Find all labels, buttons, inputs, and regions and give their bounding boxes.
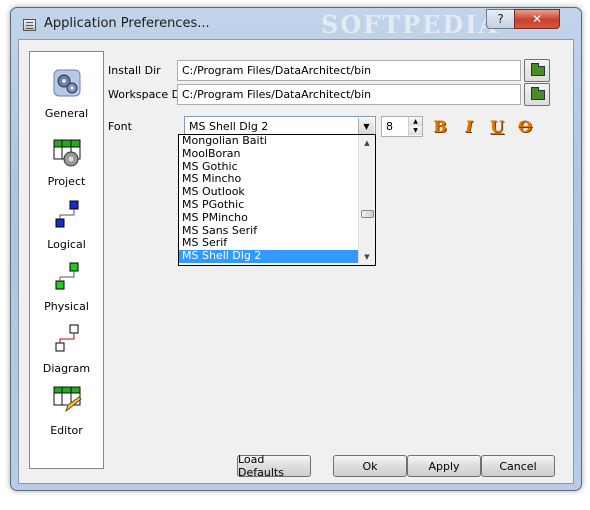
list-item-selected[interactable]: MS Shell Dlg 2: [179, 249, 375, 263]
spin-down-icon[interactable]: ▼: [409, 126, 422, 135]
app-icon: [23, 19, 36, 31]
font-combobox-value: MS Shell Dlg 2: [189, 120, 269, 133]
font-options: Mongolian Baiti MoolBoran MS Gothic MS M…: [179, 135, 375, 263]
logical-model-icon: [55, 200, 79, 228]
gears-icon: [53, 69, 81, 97]
folder-icon: [531, 87, 545, 100]
sidebar-item-label: Project: [47, 175, 86, 188]
scroll-down-icon[interactable]: ▼: [359, 249, 375, 265]
list-item[interactable]: MS PMincho: [179, 211, 375, 225]
window-title: Application Preferences...: [44, 16, 210, 31]
sidebar-item-project[interactable]: Project: [30, 134, 103, 192]
sidebar-item-diagram[interactable]: Diagram: [30, 320, 103, 378]
spin-up-icon[interactable]: ▲: [409, 117, 422, 126]
editor-pencil-icon: [53, 386, 82, 413]
chevron-down-icon[interactable]: ▼: [358, 118, 374, 135]
load-defaults-button[interactable]: Load Defaults: [237, 453, 311, 479]
help-button[interactable]: ?: [486, 9, 514, 29]
list-item[interactable]: MS PGothic: [179, 198, 375, 212]
sidebar-item-label: Physical: [44, 300, 89, 313]
install-dir-label: Install Dir: [108, 64, 161, 77]
folder-icon: [531, 63, 545, 76]
font-size-value: 8: [386, 120, 393, 133]
close-button[interactable]: ✕: [514, 9, 560, 29]
category-sidebar: General Project Logical Physical Diagram…: [29, 51, 104, 469]
sidebar-item-label: Logical: [47, 238, 86, 251]
list-item[interactable]: Mongolian Baiti: [179, 135, 375, 148]
sidebar-item-label: General: [44, 107, 89, 120]
title-bar[interactable]: Application Preferences... SOFTPEDIA ? ✕: [11, 8, 581, 40]
font-size-spin-buttons[interactable]: ▲ ▼: [408, 117, 422, 136]
font-size-stepper[interactable]: 8 ▲ ▼: [381, 116, 423, 137]
list-item[interactable]: MoolBoran: [179, 147, 375, 161]
physical-model-icon: [55, 262, 79, 290]
install-dir-field[interactable]: C:/Program Files/DataArchitect/bin: [177, 60, 521, 81]
sidebar-item-physical[interactable]: Physical: [30, 258, 103, 316]
workspace-dir-label: Workspace Dir: [108, 88, 188, 101]
sidebar-item-general[interactable]: General: [30, 66, 103, 126]
project-table-icon: [53, 139, 81, 167]
font-dropdown-list[interactable]: Mongolian Baiti MoolBoran MS Gothic MS M…: [178, 134, 376, 266]
workspace-dir-field[interactable]: C:/Program Files/DataArchitect/bin: [177, 84, 521, 105]
workspace-dir-browse-button[interactable]: [524, 83, 550, 106]
dropdown-scrollbar[interactable]: ▲ ▼: [358, 135, 375, 265]
install-dir-browse-button[interactable]: [524, 59, 550, 82]
apply-button[interactable]: Apply: [407, 455, 481, 477]
sidebar-item-logical[interactable]: Logical: [30, 196, 103, 254]
watermark: SOFTPEDIA: [321, 10, 500, 39]
font-label: Font: [108, 120, 132, 133]
italic-button[interactable]: I: [459, 116, 479, 136]
bold-button[interactable]: B: [430, 116, 450, 136]
ok-button[interactable]: Ok: [333, 455, 407, 477]
sidebar-item-editor[interactable]: Editor: [30, 382, 103, 442]
cancel-button[interactable]: Cancel: [481, 455, 555, 477]
strikethrough-button[interactable]: O: [515, 116, 535, 136]
scroll-up-icon[interactable]: ▲: [359, 135, 375, 151]
scrollbar-thumb[interactable]: [361, 210, 374, 218]
sidebar-item-label: Diagram: [42, 362, 91, 375]
sidebar-item-label: Editor: [50, 424, 83, 437]
underline-button[interactable]: U: [487, 116, 507, 136]
diagram-icon: [55, 324, 79, 352]
